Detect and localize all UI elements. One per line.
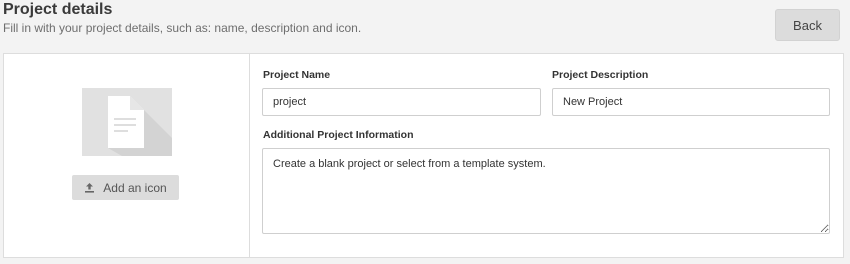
upload-icon (85, 183, 95, 193)
back-button[interactable]: Back (775, 9, 840, 41)
add-icon-button[interactable]: Add an icon (72, 175, 179, 200)
project-name-label: Project Name (263, 69, 331, 81)
project-description-input[interactable] (552, 88, 830, 116)
project-icon-preview (82, 88, 172, 156)
document-icon (108, 96, 172, 156)
additional-info-textarea[interactable]: Create a blank project or select from a … (262, 148, 830, 234)
icon-panel: Add an icon (4, 54, 250, 257)
project-details-card: Add an icon Project Name Project Descrip… (3, 53, 844, 258)
page-title: Project details (3, 1, 113, 18)
add-icon-label: Add an icon (103, 180, 167, 195)
page-subtitle: Fill in with your project details, such … (3, 21, 362, 35)
additional-info-label: Additional Project Information (263, 129, 414, 141)
project-description-label: Project Description (552, 69, 649, 81)
project-name-input[interactable] (262, 88, 541, 116)
